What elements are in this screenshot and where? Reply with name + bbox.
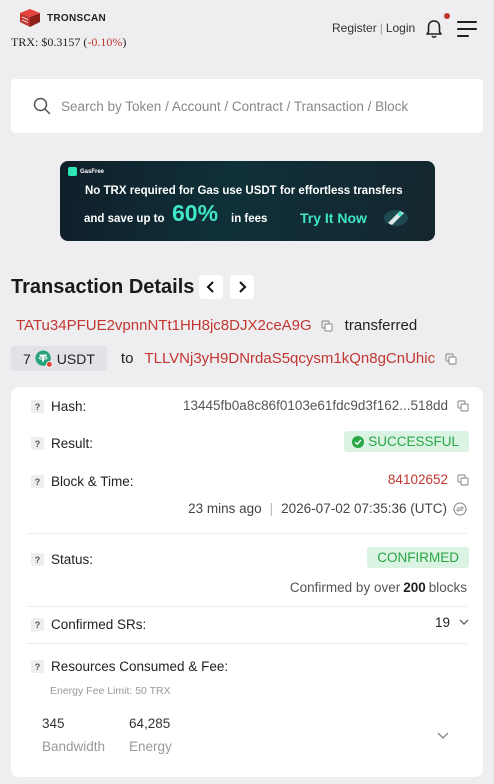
- chevron-down-icon[interactable]: [437, 732, 449, 740]
- token-symbol: USDT: [56, 350, 95, 367]
- previous-transaction-button[interactable]: [199, 275, 223, 299]
- try-it-now-button[interactable]: Try It Now: [300, 210, 367, 226]
- time-ago: 23 mins ago: [188, 501, 262, 516]
- banner-subline: and save up to: [84, 213, 165, 225]
- amount-token-badge[interactable]: 7 USDT: [11, 346, 107, 371]
- section-divider: [27, 643, 467, 644]
- help-icon[interactable]: ?: [31, 660, 44, 673]
- auth-separator: |: [379, 21, 383, 35]
- copy-icon[interactable]: [321, 319, 333, 332]
- status-badge: CONFIRMED: [367, 547, 469, 568]
- gasfree-logo-icon: [68, 167, 77, 176]
- result-row: ? Result:: [31, 436, 93, 451]
- block-time-row: ? Block & Time:: [31, 474, 134, 489]
- banner-headline: No TRX required for Gas use USDT for eff…: [85, 185, 403, 197]
- price-label: TRX: $0.3157 (: [11, 35, 88, 49]
- to-address-link[interactable]: TLLVNj3yH9DNrdaS5qcysm1kQn8gCnUhic: [144, 350, 435, 367]
- energy-fee-limit: Energy Fee Limit: 50 TRX: [50, 685, 171, 697]
- usdt-token-icon: [35, 349, 53, 368]
- section-divider: [27, 533, 467, 534]
- help-icon[interactable]: ?: [31, 618, 44, 631]
- bandwidth-label: Bandwidth: [42, 739, 106, 754]
- tronscan-logo[interactable]: TRONSCAN: [18, 9, 106, 27]
- block-value-wrap: 84102652: [388, 472, 469, 487]
- bandwidth-value: 345: [42, 716, 65, 731]
- tronscan-logo-icon: [20, 9, 40, 27]
- resources-label: Resources Consumed & Fee:: [51, 659, 229, 674]
- timezone-switch-icon[interactable]: [453, 501, 467, 516]
- block-number-link[interactable]: 84102652: [388, 472, 448, 487]
- chevron-right-icon: [239, 281, 247, 293]
- copy-icon[interactable]: [457, 399, 469, 412]
- help-icon[interactable]: ?: [31, 475, 44, 488]
- amount-value: 7: [23, 350, 31, 367]
- result-status-badge: SUCCESSFUL: [344, 431, 469, 452]
- timestamp: 2026-07-02 07:35:36 (UTC): [281, 501, 447, 516]
- price-change: -0.10%: [87, 35, 123, 49]
- banner-suffix: in fees: [231, 213, 268, 225]
- gasfree-logo: GasFree: [68, 167, 104, 176]
- confirmed-srs-label: Confirmed SRs:: [51, 617, 147, 632]
- page-title: Transaction Details: [11, 276, 195, 298]
- gasfree-banner[interactable]: GasFree No TRX required for Gas use USDT…: [60, 161, 435, 241]
- transfer-summary-line1: TATu34PFUE2vpnnNTt1HH8jc8DJX2ceA9G trans…: [16, 317, 417, 334]
- hash-value: 13445fb0a8c86f0103e61fdc9d3f162...518dd: [183, 398, 448, 413]
- result-value: SUCCESSFUL: [368, 434, 459, 449]
- confirmations-text: Confirmed by over 200 blocks: [290, 580, 467, 595]
- help-icon[interactable]: ?: [31, 400, 44, 413]
- top-bar: TRONSCAN TRX: $0.3157 (-0.10%) Register |…: [0, 0, 494, 62]
- banner-percent: 60%: [172, 200, 219, 226]
- result-label: Result:: [51, 436, 94, 451]
- chevron-down-icon: [459, 619, 469, 625]
- notification-dot: [444, 13, 450, 19]
- status-value-wrap: CONFIRMED: [367, 547, 469, 568]
- bell-icon[interactable]: [422, 17, 446, 41]
- energy-value: 64,285: [129, 716, 171, 731]
- hash-label: Hash:: [51, 399, 87, 414]
- transaction-details-card: ? Hash: 13445fb0a8c86f0103e61fdc9d3f162.…: [11, 387, 483, 777]
- rocket-icon: [384, 210, 408, 226]
- to-label: to: [120, 350, 134, 367]
- register-link[interactable]: Register: [332, 21, 377, 35]
- confirmed-prefix: Confirmed by over: [289, 580, 401, 595]
- trx-price: TRX: $0.3157 (-0.10%): [11, 35, 126, 50]
- result-value-wrap: SUCCESSFUL: [344, 431, 469, 452]
- block-time-label: Block & Time:: [51, 474, 134, 489]
- resources-row: ? Resources Consumed & Fee:: [31, 659, 228, 674]
- confirmed-srs-toggle[interactable]: 19: [435, 615, 469, 630]
- confirmed-count: 200: [403, 580, 426, 595]
- search-input[interactable]: Search by Token / Account / Contract / T…: [61, 99, 408, 114]
- confirmed-srs-row: ? Confirmed SRs:: [31, 617, 146, 632]
- price-close: ): [122, 35, 127, 49]
- status-label: Status:: [51, 552, 94, 567]
- menu-icon[interactable]: [457, 20, 479, 38]
- logo-text: TRONSCAN: [47, 12, 107, 24]
- search-icon: [33, 97, 51, 115]
- energy-label: Energy: [129, 739, 172, 754]
- from-address-link[interactable]: TATu34PFUE2vpnnNTt1HH8jc8DJX2ceA9G: [16, 317, 312, 334]
- help-icon[interactable]: ?: [31, 553, 44, 566]
- transferred-label: transferred: [344, 317, 418, 334]
- status-row: ? Status:: [31, 552, 93, 567]
- next-transaction-button[interactable]: [230, 275, 254, 299]
- help-icon[interactable]: ?: [31, 437, 44, 450]
- confirmed-suffix: blocks: [428, 580, 467, 595]
- block-time-detail: 23 mins ago | 2026-07-02 07:35:36 (UTC): [188, 501, 467, 516]
- auth-links: Register | Login: [332, 21, 415, 35]
- confirmed-srs-value: 19: [434, 615, 450, 630]
- copy-icon[interactable]: [457, 473, 469, 486]
- gasfree-brand: GasFree: [80, 168, 105, 175]
- check-circle-icon: [352, 435, 365, 448]
- copy-icon[interactable]: [445, 352, 457, 365]
- login-link[interactable]: Login: [386, 21, 415, 35]
- search-box[interactable]: Search by Token / Account / Contract / T…: [11, 79, 483, 133]
- time-separator: |: [269, 501, 274, 516]
- hash-value-wrap: 13445fb0a8c86f0103e61fdc9d3f162...518dd: [183, 398, 469, 413]
- section-divider: [27, 606, 467, 607]
- chevron-left-icon: [206, 281, 214, 293]
- transfer-summary-line2: 7 USDT to TLLVNj3yH9DNrdaS5qcysm1kQn8gCn…: [11, 346, 457, 371]
- hash-row: ? Hash:: [31, 399, 86, 414]
